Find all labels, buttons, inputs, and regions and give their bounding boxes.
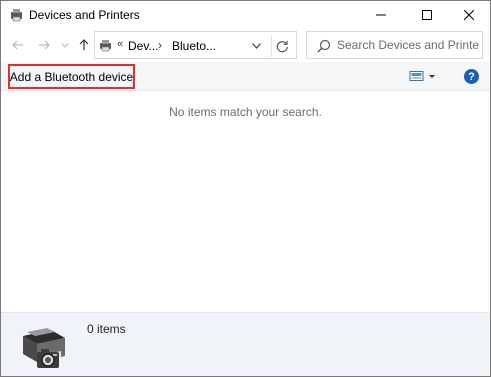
breadcrumb-item-bluetooth[interactable]: Blueto...: [172, 39, 216, 53]
empty-results-message: No items match your search.: [169, 105, 322, 119]
up-arrow-icon: [79, 39, 89, 50]
address-bar[interactable]: « Dev... › Blueto...: [94, 31, 297, 59]
maximize-button[interactable]: [406, 1, 448, 29]
breadcrumb-separator[interactable]: ›: [158, 38, 162, 52]
forward-arrow-icon: [39, 40, 50, 50]
back-arrow-icon: [12, 40, 23, 50]
help-icon: ?: [468, 70, 475, 83]
help-button[interactable]: ?: [464, 69, 479, 84]
title-bar: Devices and Printers: [1, 1, 490, 29]
breadcrumb-item-devices[interactable]: Dev...: [128, 39, 158, 53]
refresh-icon: [276, 40, 288, 52]
forward-button[interactable]: [35, 35, 53, 55]
devices-printers-window: Devices and Printers « Dev... › Blueto..…: [0, 0, 491, 377]
details-pane: 0 items: [1, 312, 490, 376]
search-icon: [317, 39, 331, 53]
change-view-button[interactable]: [409, 69, 439, 83]
recent-locations-button[interactable]: [59, 35, 71, 55]
refresh-button[interactable]: [271, 35, 293, 57]
window-title: Devices and Printers: [29, 8, 140, 22]
close-button[interactable]: [448, 1, 490, 29]
devices-printers-icon: [100, 40, 111, 52]
close-icon: [464, 10, 474, 20]
devices-printers-icon: [11, 9, 22, 22]
chevron-down-icon: [61, 42, 69, 48]
printer-camera-icon: [23, 328, 65, 368]
item-count: 0 items: [87, 322, 126, 336]
up-button[interactable]: [75, 35, 93, 55]
add-bluetooth-device-button[interactable]: Add a Bluetooth device: [8, 64, 135, 89]
search-box[interactable]: [306, 31, 483, 59]
maximize-icon: [422, 10, 432, 20]
breadcrumb-overflow[interactable]: «: [117, 38, 123, 50]
view-options-icon: [409, 71, 435, 81]
add-bluetooth-device-label: Add a Bluetooth device: [9, 69, 134, 84]
back-button[interactable]: [9, 35, 27, 55]
chevron-down-icon: [251, 43, 261, 49]
search-input[interactable]: [337, 36, 479, 54]
content-area: No items match your search.: [1, 92, 490, 312]
address-dropdown-button[interactable]: [248, 38, 264, 54]
minimize-icon: [376, 14, 386, 16]
minimize-button[interactable]: [360, 1, 402, 29]
